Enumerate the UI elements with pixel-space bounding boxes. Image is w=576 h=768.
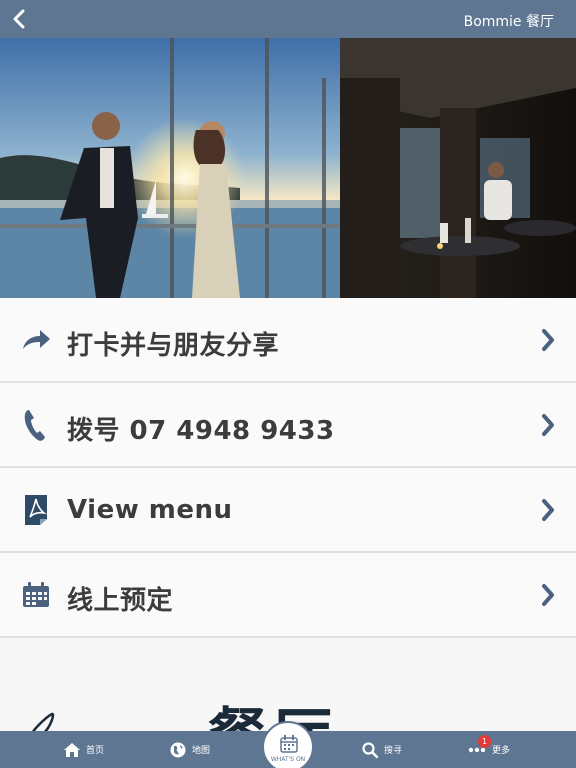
- booking-label: 线上预定: [67, 586, 174, 616]
- calendar-icon: [20, 579, 52, 611]
- share-row[interactable]: 打卡并与朋友分享: [0, 298, 576, 383]
- action-list: 打卡并与朋友分享 拨号 07 4948 9433 View menu 线上预定: [0, 298, 576, 638]
- chevron-right-icon: [542, 414, 554, 436]
- script-logo: [31, 712, 55, 732]
- globe-map-icon: [170, 742, 186, 757]
- tab-more-label: 更多: [492, 746, 511, 756]
- pdf-document-icon: [20, 494, 52, 526]
- bottom-tab-bar: 首页 地图 WHAT'S ON 搜寻 1 更多: [0, 721, 576, 768]
- top-nav-bar: Bommie 餐厅: [0, 0, 576, 38]
- tab-home-label: 首页: [86, 746, 105, 756]
- tab-map-label: 地图: [192, 746, 211, 756]
- phone-icon: [20, 409, 52, 441]
- chevron-right-icon: [542, 584, 554, 606]
- booking-row[interactable]: 线上预定: [0, 553, 576, 638]
- whats-on-button[interactable]: WHAT'S ON: [262, 721, 314, 768]
- notification-badge: 1: [478, 735, 491, 748]
- share-arrow-icon: [20, 324, 52, 356]
- tab-home[interactable]: 首页: [64, 731, 104, 768]
- app-screen: Bommie 餐厅 打卡并与朋友分享 拨号 07 4948 9433 View …: [0, 0, 576, 768]
- call-row[interactable]: 拨号 07 4948 9433: [0, 383, 576, 468]
- chevron-right-icon: [542, 499, 554, 521]
- description-section: 餐厅: [0, 640, 576, 732]
- tab-more[interactable]: 1 更多: [468, 731, 510, 768]
- share-label: 打卡并与朋友分享: [67, 331, 280, 361]
- view-menu-row[interactable]: View menu: [0, 468, 576, 553]
- chevron-left-icon: [13, 9, 25, 29]
- hero-image: [0, 38, 576, 298]
- tab-search-label: 搜寻: [384, 746, 403, 756]
- view-menu-label: View menu: [67, 495, 233, 525]
- whats-on-label: WHAT'S ON: [270, 756, 306, 763]
- back-button[interactable]: [6, 6, 32, 32]
- home-icon: [64, 742, 80, 757]
- page-title: Bommie 餐厅: [463, 14, 554, 30]
- chevron-right-icon: [542, 329, 554, 351]
- call-label: 拨号 07 4948 9433: [67, 416, 335, 446]
- calendar-icon: [280, 735, 298, 753]
- tab-map[interactable]: 地图: [170, 731, 210, 768]
- tab-search[interactable]: 搜寻: [362, 731, 402, 768]
- search-icon: [362, 741, 378, 758]
